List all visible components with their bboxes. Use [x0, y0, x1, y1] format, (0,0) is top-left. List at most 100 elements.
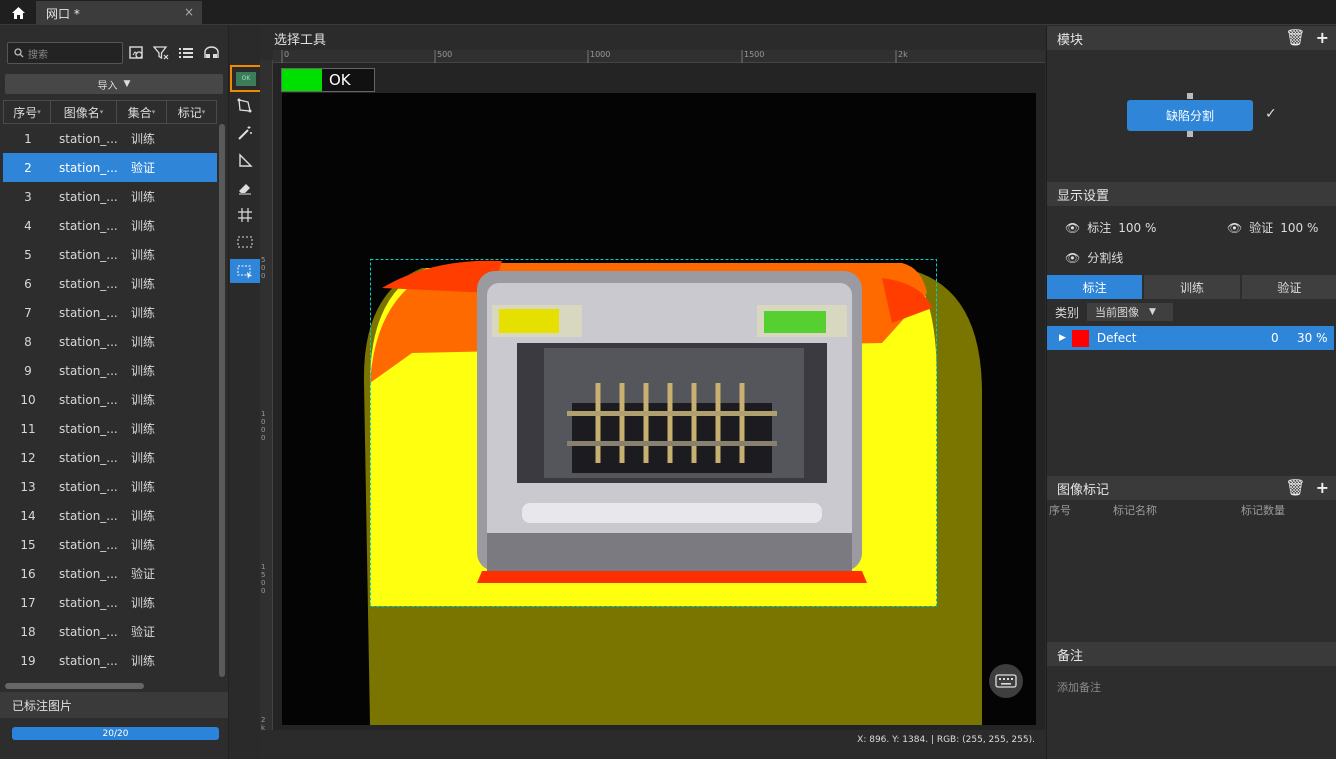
search-icon — [14, 48, 24, 58]
magic-wand-icon[interactable] — [230, 121, 260, 145]
labeled-progress-bar: 20/20 — [12, 727, 219, 740]
layout-icon[interactable] — [202, 44, 220, 62]
eraser-icon[interactable] — [230, 176, 260, 200]
defect-color-swatch[interactable] — [1071, 329, 1089, 347]
notes-header: 备注 — [1047, 642, 1336, 666]
labeled-images-title: 已标注图片 — [12, 698, 73, 713]
row-image-name: station_... — [59, 189, 118, 204]
row-number: 17 — [20, 595, 36, 610]
notes-input[interactable]: 添加备注 — [1057, 679, 1101, 695]
image-list-panel: 搜索 导入 ▼ 序号 ▾ 图像名 ▾ 集合 ▾ 标记 ▾ 1 station_... 训练 2… — [0, 26, 228, 759]
tab-annotation[interactable]: 标注 — [1047, 275, 1143, 299]
column-header-image-name[interactable]: 图像名 ▾ — [51, 100, 117, 124]
table-row[interactable]: 5 station_... 训练 — [3, 240, 217, 269]
column-label: 序号 — [13, 105, 38, 120]
tab-wangkou[interactable]: 网口 * × — [36, 1, 202, 25]
row-image-name: station_... — [59, 566, 118, 581]
import-button[interactable]: 导入 ▼ — [5, 74, 223, 94]
image-filter-icon[interactable] — [128, 44, 146, 62]
table-row[interactable]: 12 station_... 训练 — [3, 443, 217, 472]
image-table: 1 station_... 训练 2 station_... 验证 3 station_...… — [3, 124, 217, 684]
table-row[interactable]: 10 station_... 训练 — [3, 385, 217, 414]
chevron-down-icon: ▼ — [123, 79, 131, 89]
polygon-tool-icon[interactable] — [230, 94, 260, 118]
table-row[interactable]: 7 station_... 训练 — [3, 298, 217, 327]
category-select[interactable]: 当前图像 ▼ — [1087, 303, 1174, 321]
table-row[interactable]: 11 station_... 训练 — [3, 414, 217, 443]
row-set: 训练 — [131, 422, 156, 436]
image-tags-title: 图像标记 — [1057, 482, 1110, 498]
vertical-scrollbar[interactable] — [219, 124, 225, 677]
grid-tool-icon[interactable] — [230, 203, 260, 227]
list-view-icon[interactable] — [177, 44, 195, 62]
select-tool-icon[interactable] — [230, 259, 260, 283]
ok-ng-toggle-icon[interactable]: OK — [230, 65, 262, 92]
notes-title: 备注 — [1057, 648, 1084, 664]
display-item-value: 100 % — [1118, 220, 1157, 235]
search-placeholder: 搜索 — [28, 49, 48, 61]
row-number: 18 — [20, 624, 36, 639]
display-item-divider[interactable]: 👁 分割线 — [1065, 249, 1123, 266]
table-row[interactable]: 18 station_... 验证 — [3, 617, 217, 646]
row-number: 10 — [20, 392, 36, 407]
trash-icon[interactable]: 🗑 — [1285, 28, 1305, 47]
ok-status-swatch — [282, 69, 322, 91]
check-icon: ✓ — [1265, 106, 1277, 122]
row-set: 训练 — [131, 277, 156, 291]
ok-result-label: OK — [329, 71, 351, 89]
row-set: 训练 — [131, 306, 156, 320]
table-row[interactable]: 14 station_... 训练 — [3, 501, 217, 530]
defect-segmentation-module-button[interactable]: 缺陷分割 — [1127, 100, 1253, 131]
column-header-set[interactable]: 集合 ▾ — [117, 100, 167, 124]
tab-training[interactable]: 训练 — [1144, 275, 1240, 299]
row-number: 9 — [24, 363, 32, 378]
table-row[interactable]: 2 station_... 验证 — [3, 153, 217, 182]
eye-icon[interactable]: 👁 — [1227, 221, 1242, 235]
display-item-annotation[interactable]: 👁 标注 100 % — [1065, 219, 1156, 236]
defect-percent: 30 % — [1297, 331, 1328, 345]
table-row[interactable]: 16 station_... 验证 — [3, 559, 217, 588]
triangle-tool-icon[interactable] — [230, 149, 260, 173]
table-row[interactable]: 4 station_... 训练 — [3, 211, 217, 240]
table-row[interactable]: 8 station_... 训练 — [3, 327, 217, 356]
row-set: 训练 — [131, 509, 156, 523]
table-row[interactable]: 3 station_... 训练 — [3, 182, 217, 211]
defect-class-row[interactable]: ▶ Defect 0 30 % — [1047, 326, 1334, 350]
table-row[interactable]: 9 station_... 训练 — [3, 356, 217, 385]
trash-icon[interactable]: 🗑 — [1285, 478, 1305, 497]
tab-title: 网口 * — [46, 6, 80, 21]
table-row[interactable]: 13 station_... 训练 — [3, 472, 217, 501]
table-row[interactable]: 19 station_... 训练 — [3, 646, 217, 675]
display-item-validation[interactable]: 👁 验证 100 % — [1227, 219, 1318, 236]
eye-icon[interactable]: 👁 — [1065, 221, 1080, 235]
row-image-name: station_... — [59, 131, 118, 146]
table-row[interactable]: 1 station_... 训练 — [3, 124, 217, 153]
center-title-bar: 选择工具 — [261, 26, 1045, 50]
keyboard-icon[interactable] — [989, 664, 1023, 698]
column-header-tag[interactable]: 标记 ▾ — [167, 100, 217, 124]
row-image-name: station_... — [59, 276, 118, 291]
rect-select-icon[interactable] — [230, 230, 260, 254]
table-row[interactable]: 17 station_... 训练 — [3, 588, 217, 617]
expand-arrow-icon[interactable]: ▶ — [1059, 333, 1066, 343]
display-item-label: 分割线 — [1087, 251, 1124, 265]
table-row[interactable]: 6 station_... 训练 — [3, 269, 217, 298]
row-image-name: station_... — [59, 450, 118, 465]
plus-icon[interactable]: + — [1316, 28, 1329, 47]
column-header-number[interactable]: 序号 ▾ — [3, 100, 51, 124]
plus-icon[interactable]: + — [1316, 478, 1329, 497]
defect-name: Defect — [1096, 331, 1137, 345]
eye-icon[interactable]: 👁 — [1065, 251, 1080, 265]
module-button-label: 缺陷分割 — [1165, 109, 1214, 123]
search-input[interactable]: 搜索 — [7, 42, 123, 64]
close-icon[interactable]: × — [184, 5, 194, 19]
tab-validation[interactable]: 验证 — [1241, 275, 1336, 299]
filter-icon[interactable] — [152, 44, 170, 62]
table-row[interactable]: 15 station_... 训练 — [3, 530, 217, 559]
row-number: 16 — [20, 566, 36, 581]
horizontal-scrollbar[interactable] — [5, 683, 144, 689]
row-number: 13 — [20, 479, 36, 494]
row-set: 验证 — [131, 567, 156, 581]
home-icon[interactable] — [0, 0, 36, 25]
row-number: 5 — [24, 247, 32, 262]
